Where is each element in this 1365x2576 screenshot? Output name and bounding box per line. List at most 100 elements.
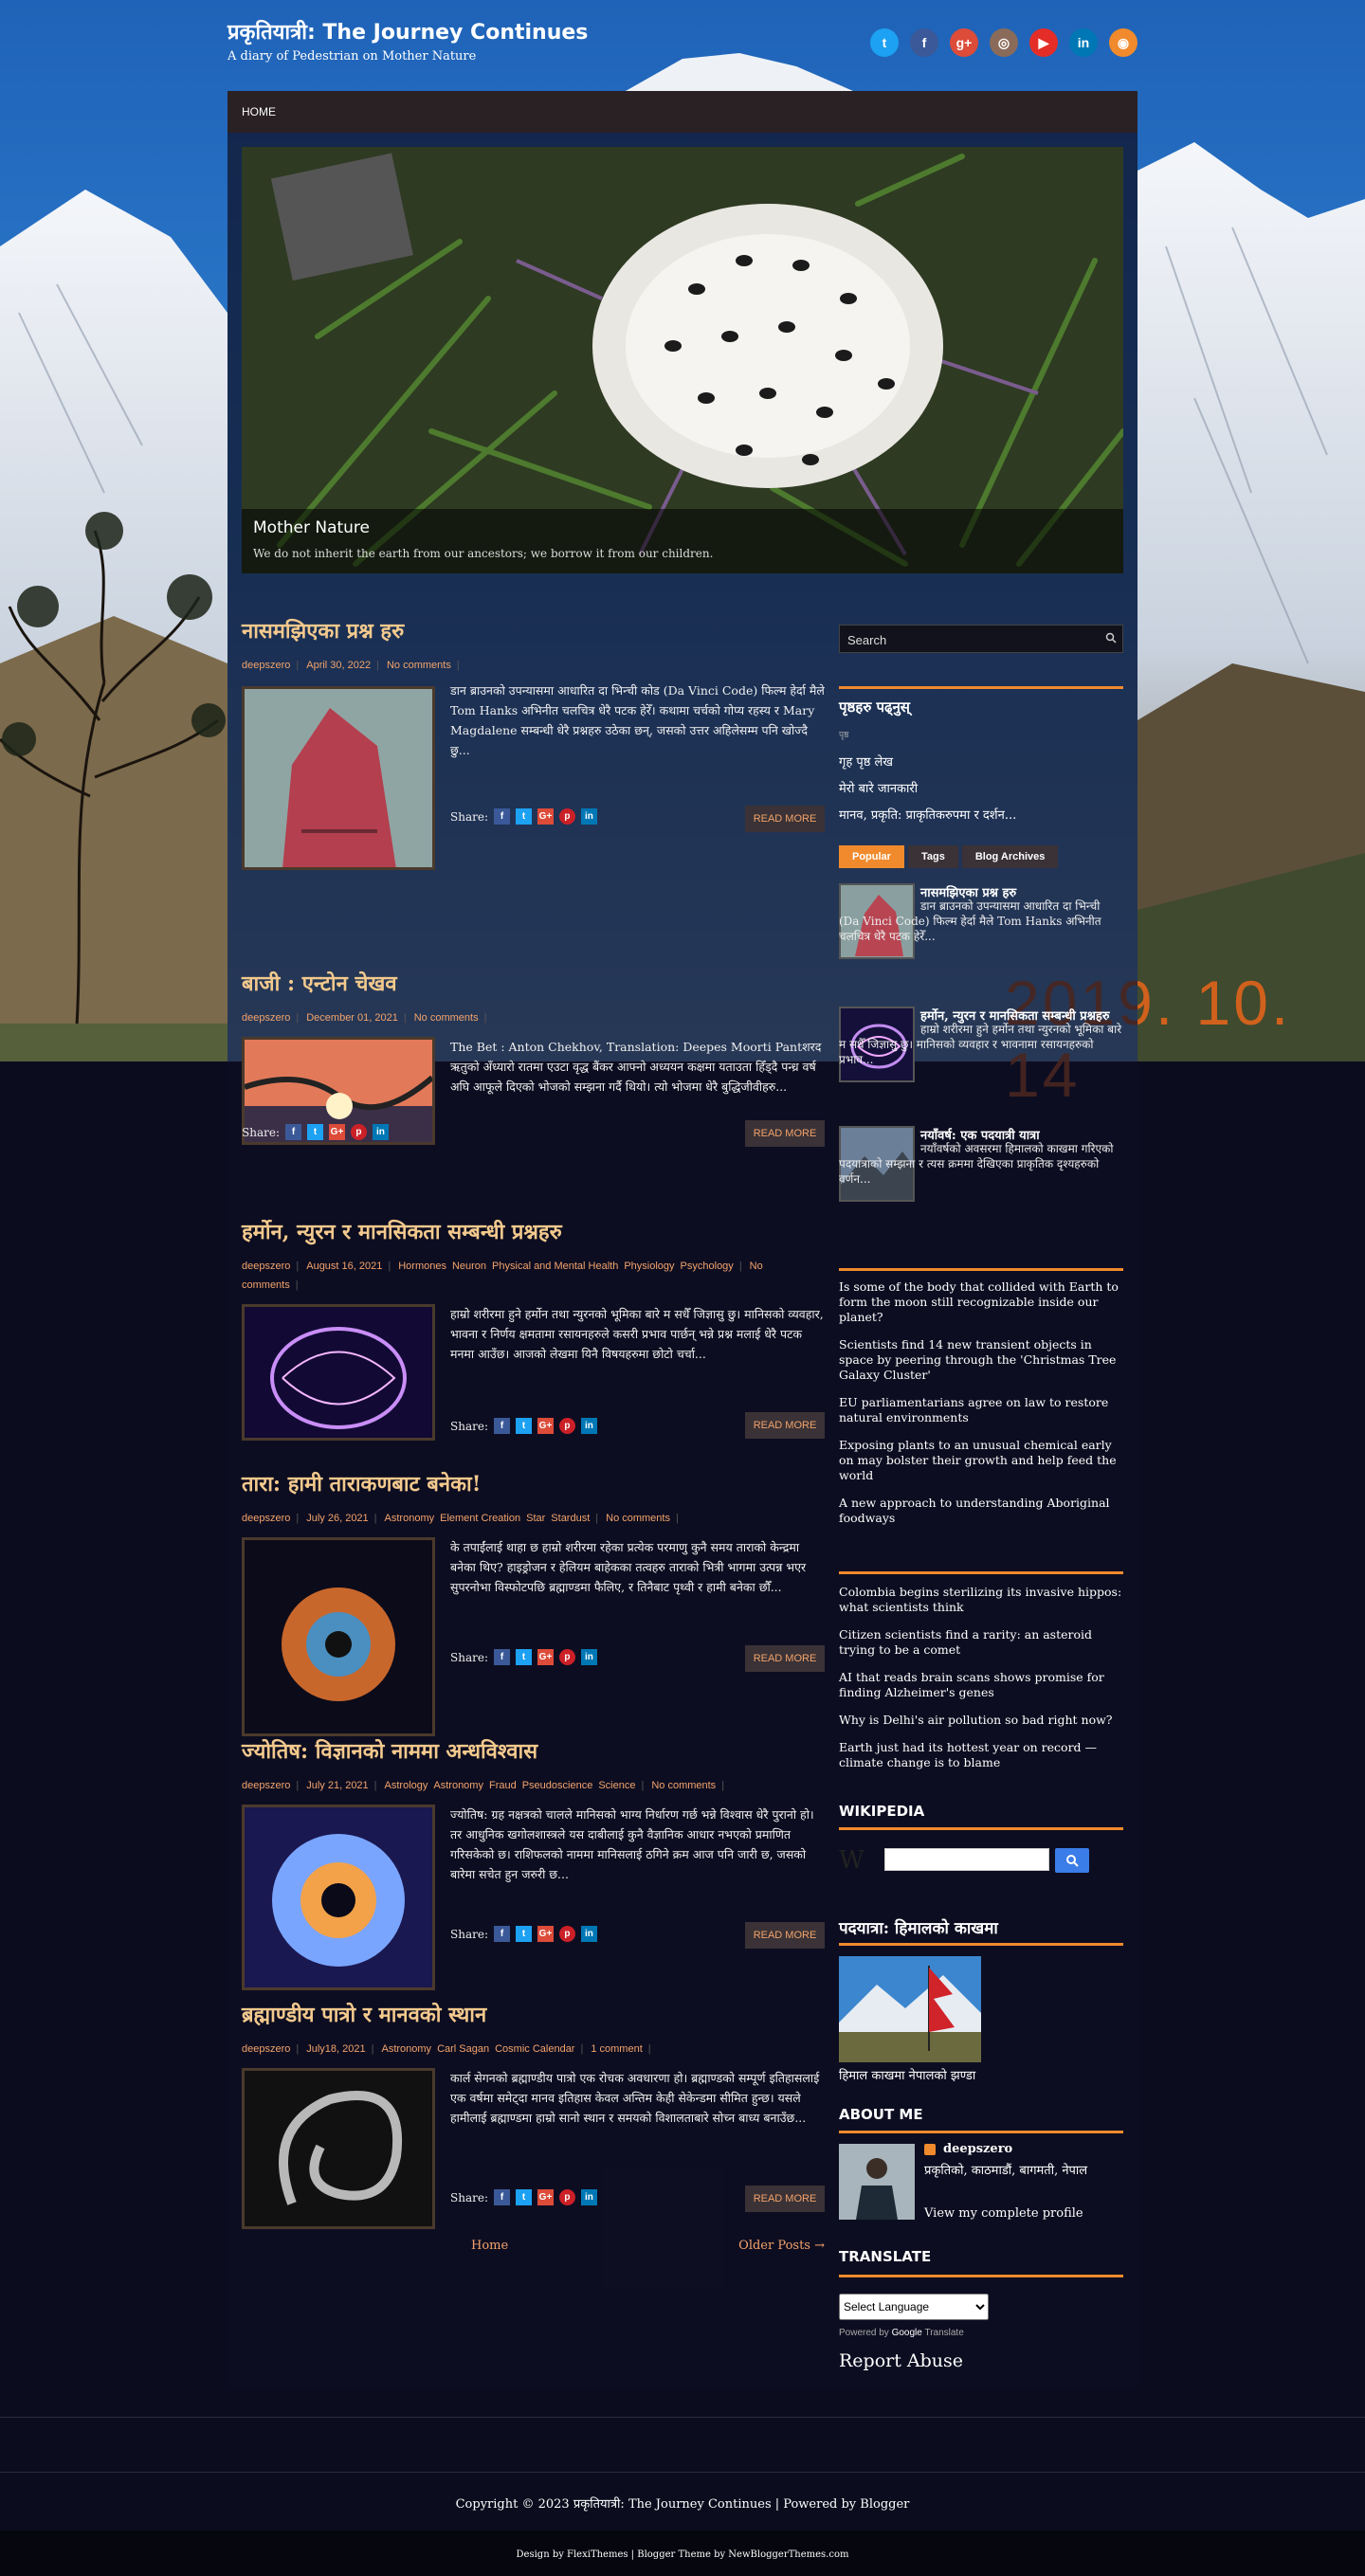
post-comments-link[interactable]: No comments — [387, 660, 451, 671]
feed-item-link[interactable]: Earth just had its hottest year on recor… — [839, 1740, 1123, 1770]
view-profile-link[interactable]: View my complete profile — [924, 2206, 1123, 2221]
rss-icon[interactable]: ◉ — [1109, 28, 1138, 57]
share-google-plus-icon[interactable]: G+ — [537, 1649, 554, 1665]
post-title[interactable]: बाजी : एन्टोन चेखव — [242, 969, 397, 997]
feed-item-link[interactable]: Why is Delhi's air pollution so bad righ… — [839, 1713, 1123, 1728]
share-google-plus-icon[interactable]: G+ — [328, 1124, 345, 1140]
post-label-link[interactable]: Fraud — [489, 1780, 517, 1791]
popular-post[interactable]: नासमझिएका प्रश्न हरु डान ब्राउनको उपन्या… — [839, 883, 1123, 997]
post-comments-link[interactable]: No comments — [651, 1780, 716, 1791]
feed-item-link[interactable]: Colombia begins sterilizing its invasive… — [839, 1585, 1123, 1615]
pager-older-posts-link[interactable]: Older Posts → — [738, 2239, 825, 2253]
feed-item-link[interactable]: Is some of the body that collided with E… — [839, 1279, 1123, 1325]
avatar[interactable] — [839, 2144, 915, 2220]
post-author[interactable]: deepszero — [242, 2043, 290, 2055]
post-thumbnail[interactable] — [242, 1304, 435, 1441]
share-pinterest-icon[interactable]: p — [558, 1649, 575, 1665]
post-label-link[interactable]: Psychology — [681, 1261, 734, 1272]
share-facebook-icon[interactable]: f — [493, 1418, 510, 1434]
post-label-link[interactable]: Carl Sagan — [437, 2043, 489, 2055]
post-label-link[interactable]: Science — [598, 1780, 635, 1791]
translate-link[interactable]: Translate — [924, 2328, 963, 2338]
post-thumbnail[interactable] — [242, 2068, 435, 2229]
share-twitter-icon[interactable]: t — [306, 1124, 323, 1140]
popular-post[interactable]: हर्मोन, न्युरन र मानसिकता सम्बन्धी प्रश्… — [839, 1007, 1123, 1116]
pager-home-link[interactable]: Home — [471, 2239, 508, 2253]
share-google-plus-icon[interactable]: G+ — [537, 2189, 554, 2205]
share-facebook-icon[interactable]: f — [493, 2189, 510, 2205]
post-label-link[interactable]: Element Creation — [440, 1513, 520, 1524]
post-label-link[interactable]: Astronomy — [433, 1780, 483, 1791]
share-linkedin-icon[interactable]: in — [372, 1124, 389, 1140]
feed-item-link[interactable]: Exposing plants to an unusual chemical e… — [839, 1438, 1123, 1483]
slider-title[interactable]: Mother Nature — [253, 518, 370, 537]
post-date[interactable]: April 30, 2022 — [306, 660, 371, 671]
search-icon[interactable] — [1105, 632, 1117, 644]
feed-item-link[interactable]: EU parliamentarians agree on law to rest… — [839, 1395, 1123, 1425]
share-linkedin-icon[interactable]: in — [580, 808, 597, 825]
facebook-icon[interactable]: f — [910, 28, 938, 57]
post-label-link[interactable]: Astronomy — [385, 1513, 435, 1524]
post-date[interactable]: December 01, 2021 — [306, 1012, 398, 1024]
share-linkedin-icon[interactable]: in — [580, 1926, 597, 1942]
feed-item-link[interactable]: A new approach to understanding Aborigin… — [839, 1496, 1123, 1526]
read-more-button[interactable]: READ MORE — [745, 1645, 825, 1672]
linkedin-icon[interactable]: in — [1069, 28, 1098, 57]
share-google-plus-icon[interactable]: G+ — [537, 808, 554, 825]
post-author[interactable]: deepszero — [242, 1780, 290, 1791]
tab-tags[interactable]: Tags — [907, 845, 958, 868]
nav-home-link[interactable]: HOME — [228, 91, 290, 133]
share-twitter-icon[interactable]: t — [515, 2189, 532, 2205]
wikipedia-search-button[interactable] — [1055, 1848, 1089, 1873]
post-title[interactable]: तारा: हामी ताराकणबाट बनेका! — [242, 1469, 481, 1497]
post-author[interactable]: deepszero — [242, 1513, 290, 1524]
featured-slider[interactable]: Mother Nature We do not inherit the eart… — [242, 147, 1123, 573]
share-pinterest-icon[interactable]: p — [558, 808, 575, 825]
share-pinterest-icon[interactable]: p — [558, 1418, 575, 1434]
share-google-plus-icon[interactable]: G+ — [537, 1418, 554, 1434]
post-date[interactable]: July 26, 2021 — [306, 1513, 368, 1524]
page-link[interactable]: मानव, प्रकृति: प्राकृतिकरुपमा र दर्शन... — [839, 806, 1123, 823]
share-twitter-icon[interactable]: t — [515, 1926, 532, 1942]
share-twitter-icon[interactable]: t — [515, 1649, 532, 1665]
post-label-link[interactable]: Stardust — [551, 1513, 590, 1524]
post-title[interactable]: नासमझिएका प्रश्न हरु — [242, 616, 404, 644]
share-pinterest-icon[interactable]: p — [558, 1926, 575, 1942]
site-title[interactable]: प्रकृतियात्री: The Journey Continues — [228, 17, 588, 45]
twitter-icon[interactable]: t — [870, 28, 899, 57]
report-abuse-link[interactable]: Report Abuse — [839, 2350, 1123, 2371]
read-more-button[interactable]: READ MORE — [745, 1922, 825, 1949]
share-facebook-icon[interactable]: f — [493, 808, 510, 825]
wikipedia-search-input[interactable] — [884, 1848, 1049, 1871]
post-title[interactable]: ब्रह्माण्डीय पात्रो र मानवको स्थान — [242, 2000, 486, 2028]
search-input[interactable] — [846, 629, 1096, 650]
share-linkedin-icon[interactable]: in — [580, 1649, 597, 1665]
post-thumbnail[interactable] — [242, 1805, 435, 1990]
share-pinterest-icon[interactable]: p — [350, 1124, 367, 1140]
tab-popular[interactable]: Popular — [839, 845, 904, 868]
share-linkedin-icon[interactable]: in — [580, 1418, 597, 1434]
post-label-link[interactable]: Cosmic Calendar — [495, 2043, 574, 2055]
post-thumbnail[interactable] — [242, 1537, 435, 1736]
feed-item-link[interactable]: AI that reads brain scans shows promise … — [839, 1670, 1123, 1700]
instagram-icon[interactable]: ◎ — [990, 28, 1018, 57]
popular-post[interactable]: नयाँवर्ष: एक पदयात्री यात्रा नयाँवर्षको … — [839, 1126, 1123, 1230]
read-more-button[interactable]: READ MORE — [745, 1120, 825, 1147]
page-link[interactable]: मेरो बारे जानकारी — [839, 779, 1123, 796]
share-linkedin-icon[interactable]: in — [580, 2189, 597, 2205]
page-link[interactable]: गृह पृष्ठ लेख — [839, 753, 1123, 770]
post-author[interactable]: deepszero — [242, 1261, 290, 1272]
post-label-link[interactable]: Astronomy — [381, 2043, 431, 2055]
language-select[interactable]: Select Language — [839, 2294, 989, 2320]
post-label-link[interactable]: Physical and Mental Health — [492, 1261, 618, 1272]
post-date[interactable]: July18, 2021 — [306, 2043, 365, 2055]
post-date[interactable]: July 21, 2021 — [306, 1780, 368, 1791]
google-plus-icon[interactable]: g+ — [950, 28, 978, 57]
post-label-link[interactable]: Star — [526, 1513, 545, 1524]
share-pinterest-icon[interactable]: p — [558, 2189, 575, 2205]
post-title[interactable]: हर्मोन, न्युरन र मानसिकता सम्बन्धी प्रश्… — [242, 1217, 562, 1245]
tab-blog-archives[interactable]: Blog Archives — [961, 845, 1059, 868]
post-comments-link[interactable]: No comments — [606, 1513, 670, 1524]
read-more-button[interactable]: READ MORE — [745, 2186, 825, 2212]
featured-image[interactable] — [839, 1956, 981, 2062]
